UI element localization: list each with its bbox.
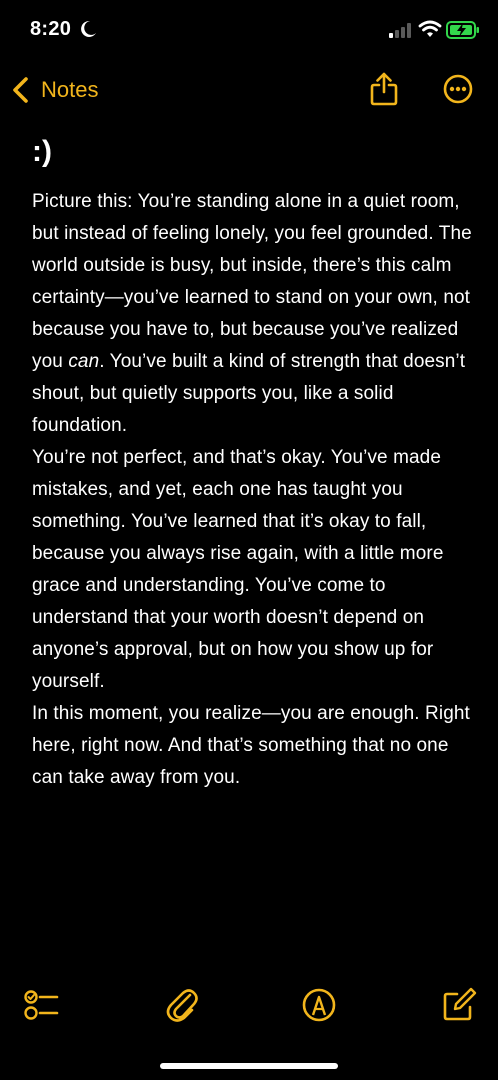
note-paragraph: Picture this: You’re standing alone in a… — [32, 191, 472, 436]
chevron-left-icon — [13, 77, 28, 103]
nav-bar: Notes — [0, 66, 498, 112]
compose-icon[interactable] — [441, 985, 477, 1025]
back-button-label: Notes — [41, 77, 99, 102]
wifi-icon — [418, 20, 442, 37]
status-bar: 8:20 — [0, 0, 498, 60]
note-body[interactable]: Picture this: You’re standing alone in a… — [32, 186, 472, 794]
share-icon[interactable] — [369, 71, 399, 107]
home-indicator[interactable] — [160, 1063, 338, 1069]
signal-icon — [389, 23, 411, 38]
markup-pen-icon[interactable] — [301, 985, 337, 1025]
emphasized-word: can — [68, 351, 100, 372]
note-title[interactable]: :) — [32, 132, 472, 172]
status-time: 8:20 — [30, 18, 72, 40]
checklist-icon[interactable] — [23, 985, 59, 1025]
back-button[interactable]: Notes — [10, 74, 98, 106]
paperclip-icon[interactable] — [164, 985, 200, 1025]
more-icon[interactable] — [443, 74, 473, 104]
moon-icon — [81, 20, 96, 37]
note-editor[interactable]: :) Picture this: You’re standing alone i… — [32, 132, 472, 794]
bottom-toolbar — [0, 985, 498, 1031]
note-paragraph: In this moment, you realize—you are enou… — [32, 703, 470, 788]
battery-charging-icon — [446, 21, 479, 39]
note-paragraph: You’re not perfect, and that’s okay. You… — [32, 447, 444, 692]
